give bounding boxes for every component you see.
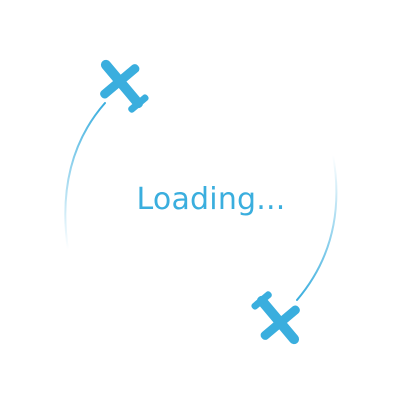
airplane-icon xyxy=(251,291,300,345)
loading-screen: Loading... xyxy=(0,0,400,400)
trail-arc-lower xyxy=(296,154,338,301)
loading-label: Loading... xyxy=(136,182,286,217)
trail-arc-upper xyxy=(64,102,106,251)
airplane-icon xyxy=(100,59,149,113)
